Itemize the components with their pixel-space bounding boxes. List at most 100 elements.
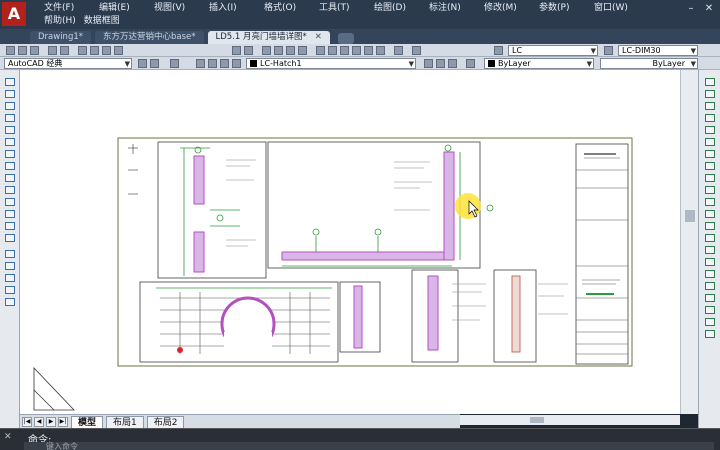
ellipse-arc-icon[interactable] <box>5 198 15 206</box>
erase-icon[interactable] <box>705 78 715 86</box>
menu-window[interactable]: 窗口(W) <box>590 2 645 15</box>
polyline-icon[interactable] <box>5 102 15 110</box>
blend-icon[interactable] <box>705 270 715 278</box>
layer-states-icon[interactable] <box>448 59 457 68</box>
zoom-previous-icon[interactable] <box>298 46 307 55</box>
text-style-icon[interactable] <box>412 46 421 55</box>
menu-format[interactable]: 格式(O) <box>260 2 315 15</box>
print-icon[interactable] <box>48 46 57 55</box>
pan-icon[interactable] <box>262 46 271 55</box>
layer-manager-icon[interactable] <box>170 59 179 68</box>
dimension-style-combo[interactable]: LC-DIM30 ▼ <box>618 45 698 56</box>
table-icon[interactable] <box>5 286 15 294</box>
region-icon[interactable] <box>5 274 15 282</box>
circle-icon[interactable] <box>5 150 15 158</box>
insert-block-icon[interactable] <box>5 210 15 218</box>
edit-hatch-icon[interactable] <box>705 294 715 302</box>
layer-combo[interactable]: LC-Hatch1 ▼ <box>246 58 416 69</box>
sheet-set-icon[interactable] <box>352 46 361 55</box>
command-input[interactable]: 键入命令 <box>24 442 714 450</box>
help-icon[interactable] <box>394 46 403 55</box>
menu-tools[interactable]: 工具(T) <box>315 2 370 15</box>
zoom-window-icon[interactable] <box>286 46 295 55</box>
redo-icon[interactable] <box>244 46 253 55</box>
properties-icon[interactable] <box>316 46 325 55</box>
paste-icon[interactable] <box>102 46 111 55</box>
scale-icon[interactable] <box>705 162 715 170</box>
rotate-icon[interactable] <box>705 150 715 158</box>
menu-dimension[interactable]: 标注(N) <box>425 2 480 15</box>
menu-draw[interactable]: 绘图(D) <box>370 2 425 15</box>
new-tab-button[interactable] <box>337 33 354 44</box>
tab-close-icon[interactable]: ✕ <box>315 31 322 44</box>
multiline-text-icon[interactable] <box>5 298 15 306</box>
join-icon[interactable] <box>705 222 715 230</box>
cut-icon[interactable] <box>78 46 87 55</box>
zoom-realtime-icon[interactable] <box>274 46 283 55</box>
rectangle-icon[interactable] <box>5 126 15 134</box>
vertical-scrollbar[interactable] <box>680 70 698 414</box>
calculator-icon[interactable] <box>376 46 385 55</box>
menu-help[interactable]: 帮助(H) <box>40 15 80 28</box>
offset-icon[interactable] <box>705 114 715 122</box>
extend-icon[interactable] <box>705 198 715 206</box>
array-icon[interactable] <box>705 126 715 134</box>
break-icon[interactable] <box>705 210 715 218</box>
fillet-icon[interactable] <box>705 246 715 254</box>
gradient-icon[interactable] <box>5 262 15 270</box>
open-file-icon[interactable] <box>18 46 27 55</box>
construction-line-icon[interactable] <box>5 90 15 98</box>
polygon-icon[interactable] <box>5 114 15 122</box>
doc-tab-moon-gate-detail[interactable]: LD5.1 月亮门墙墙详图* ✕ <box>207 31 330 44</box>
copy-object-icon[interactable] <box>705 90 715 98</box>
hatch-icon[interactable] <box>5 250 15 258</box>
first-layout-icon[interactable]: |◀ <box>22 416 32 427</box>
workspace-save-icon[interactable] <box>150 59 159 68</box>
arc-icon[interactable] <box>5 138 15 146</box>
markup-icon[interactable] <box>364 46 373 55</box>
move-icon[interactable] <box>705 138 715 146</box>
edit-polyline-icon[interactable] <box>705 282 715 290</box>
last-layout-icon[interactable]: ▶| <box>58 416 68 427</box>
lengthen-icon[interactable] <box>705 318 715 326</box>
layer-isolate-icon[interactable] <box>466 59 475 68</box>
make-current-layer-icon[interactable] <box>424 59 433 68</box>
horizontal-scroll-thumb[interactable] <box>530 417 544 423</box>
menu-data-view[interactable]: 数据框图 <box>80 15 124 28</box>
drawing-canvas[interactable] <box>20 70 680 414</box>
mirror-icon[interactable] <box>705 102 715 110</box>
tool-palettes-icon[interactable] <box>340 46 349 55</box>
line-tool-icon[interactable] <box>5 78 15 86</box>
prev-layout-icon[interactable]: ◀ <box>34 416 44 427</box>
save-icon[interactable] <box>30 46 39 55</box>
minimize-icon[interactable]: – <box>684 3 698 15</box>
close-window-icon[interactable]: ✕ <box>702 3 716 15</box>
layer-previous-icon[interactable] <box>436 59 445 68</box>
design-center-icon[interactable] <box>328 46 337 55</box>
tab-layout2[interactable]: 布局2 <box>146 415 185 428</box>
stretch-icon[interactable] <box>705 174 715 182</box>
tab-layout1[interactable]: 布局1 <box>106 415 144 428</box>
autocad-logo[interactable]: A <box>2 2 26 26</box>
ellipse-icon[interactable] <box>5 186 15 194</box>
menu-insert[interactable]: 插入(I) <box>205 2 260 15</box>
undo-icon[interactable] <box>232 46 241 55</box>
align-icon[interactable] <box>705 330 715 338</box>
linetype-combo[interactable]: ByLayer ▼ <box>600 58 698 69</box>
spline-icon[interactable] <box>5 174 15 182</box>
horizontal-scrollbar[interactable] <box>460 415 680 425</box>
trim-icon[interactable] <box>705 186 715 194</box>
vertical-scroll-thumb[interactable] <box>685 210 695 222</box>
next-layout-icon[interactable]: ▶ <box>46 416 56 427</box>
menu-edit[interactable]: 编辑(E) <box>95 2 150 15</box>
make-block-icon[interactable] <box>5 222 15 230</box>
text-style-combo[interactable]: LC ▼ <box>508 45 598 56</box>
point-icon[interactable] <box>5 234 15 242</box>
menu-view[interactable]: 视图(V) <box>150 2 205 15</box>
layer-freeze-icon[interactable] <box>208 59 217 68</box>
edit-spline-icon[interactable] <box>705 306 715 314</box>
close-icon[interactable]: ✕ <box>4 432 12 442</box>
workspace-combo[interactable]: AutoCAD 经典 ▼ <box>4 58 132 69</box>
menu-file[interactable]: 文件(F) <box>40 2 95 15</box>
text-style-manager-icon[interactable] <box>494 46 503 55</box>
